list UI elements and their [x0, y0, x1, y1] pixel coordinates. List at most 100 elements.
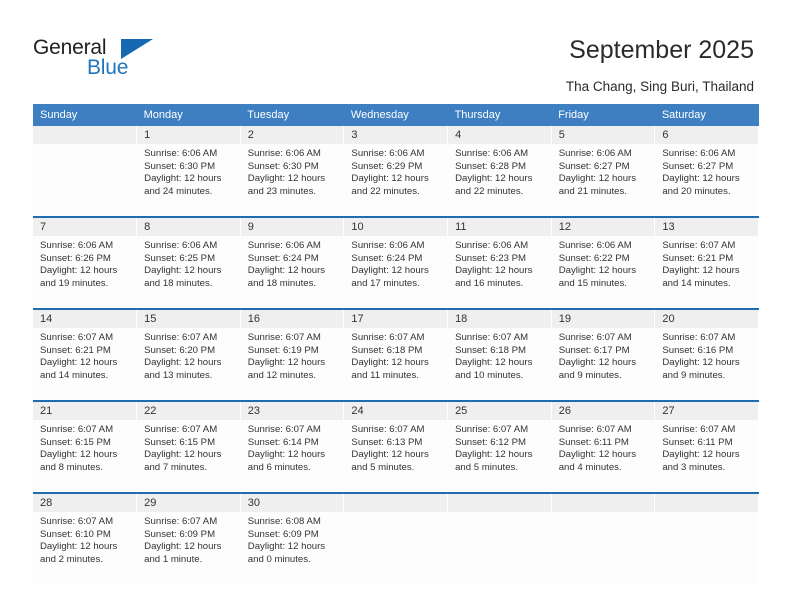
day-detail: Sunrise: 6:06 AM Sunset: 6:22 PM Daylight:… [551, 236, 656, 308]
page-subtitle-location: Tha Chang, Sing Buri, Thailand [565, 79, 754, 94]
brand-name-blue: Blue [87, 56, 129, 79]
day-number[interactable]: 13 [654, 218, 759, 236]
day-daylight-text: and 5 minutes. [455, 461, 518, 473]
day-cell-empty [33, 126, 138, 144]
day-daylight-text: Daylight: 12 hours [455, 265, 533, 277]
day-sunrise-time: Sunrise: 6:07 AM [662, 424, 736, 435]
day-daylight-text: Daylight: 12 hours [558, 265, 637, 277]
day-daylight-text: and 3 minutes. [662, 461, 726, 473]
day-daylight-text: and 13 minutes. [144, 369, 213, 381]
day-number[interactable]: 28 [33, 494, 138, 512]
calendar-grid: Sunday Monday Tuesday Wednesday Thursday… [33, 104, 759, 584]
day-sunrise-time: Sunrise: 6:07 AM [455, 332, 529, 343]
day-daylight-text: Daylight: 12 hours [247, 357, 326, 369]
day-number[interactable]: 8 [136, 218, 241, 236]
day-daylight-text: Daylight: 12 hours [662, 357, 740, 369]
day-number[interactable]: 23 [240, 402, 345, 420]
day-number[interactable]: 7 [33, 218, 138, 236]
day-sunrise-time: Sunrise: 6:06 AM [144, 148, 218, 159]
day-sunset-time: Sunset: 6:24 PM [351, 252, 423, 264]
day-daylight-text: and 2 minutes. [40, 553, 103, 565]
day-number[interactable]: 26 [551, 402, 656, 420]
day-number[interactable]: 12 [551, 218, 656, 236]
day-daylight-text: Daylight: 12 hours [558, 173, 637, 185]
day-number[interactable]: 22 [136, 402, 241, 420]
day-number[interactable]: 29 [136, 494, 241, 512]
day-number[interactable]: 24 [343, 402, 449, 420]
day-detail: Sunrise: 6:08 AM Sunset: 6:09 PM Daylight:… [240, 512, 345, 584]
day-number[interactable]: 14 [33, 310, 138, 328]
day-number[interactable]: 11 [447, 218, 552, 236]
day-daylight-text: and 9 minutes. [662, 369, 726, 381]
day-number[interactable]: 30 [240, 494, 345, 512]
day-detail-empty [654, 512, 759, 584]
day-daylight-text: Daylight: 12 hours [247, 449, 326, 461]
day-daylight-text: Daylight: 12 hours [247, 173, 326, 185]
day-daylight-text: Daylight: 12 hours [455, 449, 533, 461]
day-detail: Sunrise: 6:07 AM Sunset: 6:11 PM Daylight:… [654, 420, 759, 492]
day-daylight-text: and 0 minutes. [247, 553, 311, 565]
page-title: September 2025 [569, 36, 754, 64]
day-detail: Sunrise: 6:07 AM Sunset: 6:09 PM Daylight:… [136, 512, 241, 584]
day-daylight-text: and 7 minutes. [144, 461, 208, 473]
day-number[interactable]: 5 [551, 126, 656, 144]
day-daylight-text: and 14 minutes. [662, 277, 731, 289]
day-detail-empty [551, 512, 656, 584]
day-number[interactable]: 20 [654, 310, 759, 328]
day-sunrise-time: Sunrise: 6:06 AM [351, 240, 425, 251]
week-detail-row: Sunrise: 6:07 AM Sunset: 6:21 PM Daylight:… [33, 328, 759, 400]
day-number[interactable]: 6 [654, 126, 759, 144]
weekday-header-wednesday: Wednesday [343, 104, 448, 126]
day-sunrise-time: Sunrise: 6:06 AM [40, 240, 114, 251]
day-number[interactable]: 4 [447, 126, 552, 144]
week-detail-row: Sunrise: 6:07 AM Sunset: 6:15 PM Daylight:… [33, 420, 759, 492]
day-number[interactable]: 19 [551, 310, 656, 328]
day-daylight-text: and 6 minutes. [247, 461, 311, 473]
day-daylight-text: Daylight: 12 hours [558, 357, 637, 369]
day-number[interactable]: 27 [654, 402, 759, 420]
day-daylight-text: and 1 minute. [144, 553, 203, 565]
day-daylight-text: Daylight: 12 hours [351, 173, 429, 185]
day-number[interactable]: 17 [343, 310, 449, 328]
day-sunset-time: Sunset: 6:19 PM [247, 344, 319, 356]
calendar-page: General Blue September 2025 Tha Chang, S… [0, 0, 792, 612]
day-number[interactable]: 25 [447, 402, 552, 420]
day-sunset-time: Sunset: 6:18 PM [351, 344, 423, 356]
day-number[interactable]: 15 [136, 310, 241, 328]
day-detail: Sunrise: 6:07 AM Sunset: 6:16 PM Daylight:… [654, 328, 759, 400]
day-daylight-text: Daylight: 12 hours [558, 449, 637, 461]
day-sunset-time: Sunset: 6:27 PM [662, 160, 734, 172]
day-sunrise-time: Sunrise: 6:07 AM [351, 424, 425, 435]
brand-logo[interactable]: General Blue [33, 36, 173, 86]
day-daylight-text: Daylight: 12 hours [247, 265, 326, 277]
day-number[interactable]: 2 [240, 126, 345, 144]
day-detail: Sunrise: 6:07 AM Sunset: 6:13 PM Daylight:… [343, 420, 449, 492]
day-number[interactable]: 21 [33, 402, 138, 420]
week-daynumber-row: 14 15 16 17 18 19 20 [33, 310, 759, 328]
day-sunrise-time: Sunrise: 6:06 AM [247, 240, 321, 251]
day-sunrise-time: Sunrise: 6:06 AM [558, 240, 632, 251]
week-daynumber-row: 123456 [33, 126, 759, 144]
day-daylight-text: and 16 minutes. [455, 277, 524, 289]
day-detail: Sunrise: 6:06 AM Sunset: 6:29 PM Daylight:… [343, 144, 449, 216]
day-daylight-text: and 23 minutes. [247, 185, 317, 197]
day-detail: Sunrise: 6:07 AM Sunset: 6:15 PM Daylight:… [136, 420, 241, 492]
weekday-header-monday: Monday [136, 104, 241, 126]
day-sunset-time: Sunset: 6:30 PM [247, 160, 319, 172]
day-number[interactable]: 3 [343, 126, 449, 144]
day-detail-empty [33, 144, 138, 216]
day-daylight-text: and 14 minutes. [40, 369, 109, 381]
day-number[interactable]: 1 [136, 126, 241, 144]
day-sunrise-time: Sunrise: 6:07 AM [40, 424, 114, 435]
day-daylight-text: Daylight: 12 hours [662, 173, 740, 185]
day-detail: Sunrise: 6:07 AM Sunset: 6:19 PM Daylight:… [240, 328, 345, 400]
day-number[interactable]: 18 [447, 310, 552, 328]
day-number[interactable]: 10 [343, 218, 449, 236]
weekday-header-saturday: Saturday [654, 104, 759, 126]
day-sunrise-time: Sunrise: 6:07 AM [144, 332, 218, 343]
day-number[interactable]: 16 [240, 310, 345, 328]
day-daylight-text: and 24 minutes. [144, 185, 213, 197]
day-number[interactable]: 9 [240, 218, 345, 236]
day-daylight-text: and 8 minutes. [40, 461, 103, 473]
day-sunrise-time: Sunrise: 6:06 AM [351, 148, 425, 159]
